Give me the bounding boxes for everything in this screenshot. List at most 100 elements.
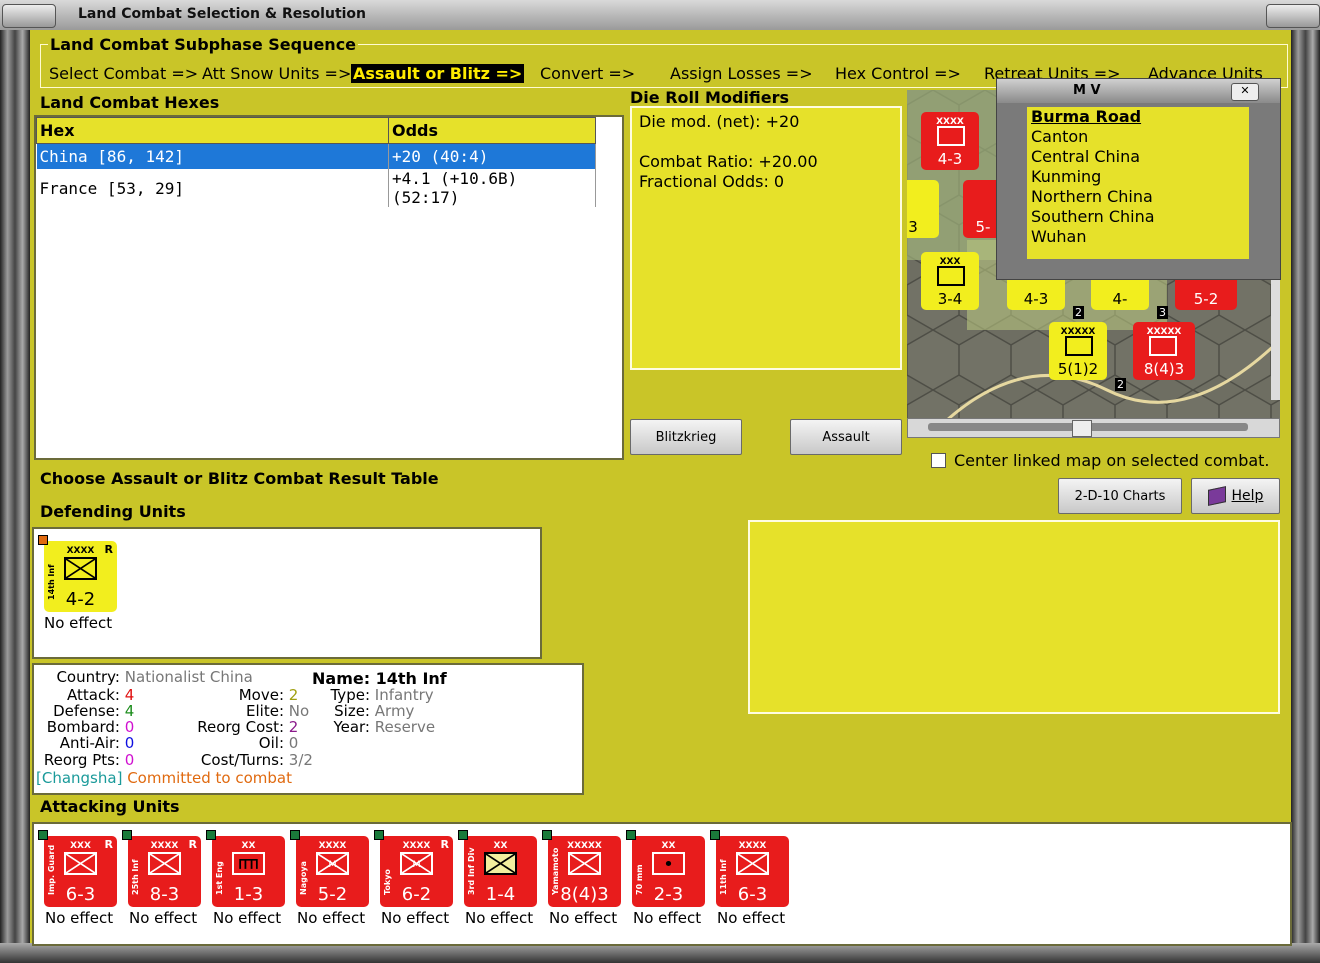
reserve-marker: R [440,838,449,851]
charts-button[interactable]: 2-D-10 Charts [1058,478,1182,514]
map-view-popup[interactable]: M V ✕ Burma Road Canton Central China Ku… [996,78,1281,280]
detail-value: Nationalist China [124,668,253,686]
map-unit-value: 4- [1112,290,1128,308]
map-unit-value: 4-3 [1023,290,1049,308]
attacking-unit[interactable]: XXXX Nagoya M 5-2 [290,830,369,907]
seq-select-combat: Select Combat => [49,64,199,83]
seq-convert: Convert => [540,64,636,83]
unit-marker [38,535,48,545]
detail-status: Committed to combat [127,769,292,787]
detail-location: [Changsha] [36,769,123,787]
attacking-heading: Attacking Units [40,797,180,816]
map-view-list[interactable]: Burma Road Canton Central China Kunming … [1027,107,1249,259]
window-frame-right [1291,30,1320,963]
motorized-symbol-icon: M [316,852,349,875]
sequence-heading: Land Combat Subphase Sequence [48,35,359,54]
map-unit-value: 5(1)2 [1057,360,1099,378]
infantry-symbol-icon [1149,336,1177,356]
stack-count-badge: 3 [1157,306,1168,319]
stack-count-badge: 2 [1073,306,1084,319]
list-item[interactable]: Northern China [1027,187,1249,207]
list-item[interactable]: Wuhan [1027,227,1249,247]
detail-key: Year: [333,718,370,736]
attacking-unit[interactable]: XX 70 mm 2-3 [626,830,705,907]
window-frame-bottom [0,943,1320,963]
unit-value: 2-3 [653,884,684,905]
map-unit[interactable]: XXXX 4-3 [921,112,979,170]
attacking-unit[interactable]: XXX R Imp. Guard 6-3 [38,830,117,907]
attacking-result: No effect [381,909,450,927]
attacking-result: No effect [465,909,534,927]
detail-value: 0 [124,734,135,752]
attacking-unit[interactable]: XX 3rd Inf Div 1-4 [458,830,537,907]
unit-marker [542,830,552,840]
assault-button[interactable]: Assault [790,419,902,455]
cavalry-symbol-icon [937,266,965,286]
infantry-symbol-icon [64,557,97,580]
attacking-result: No effect [45,909,114,927]
attacking-unit[interactable]: XXXX 11th Inf 6-3 [710,830,789,907]
unit-value: 8-3 [149,884,180,905]
artillery-symbol-icon [652,852,685,875]
detail-value: 3/2 [288,751,313,769]
help-button[interactable]: Help [1191,478,1280,514]
modifiers-panel [630,106,902,370]
unit-value: 1-3 [233,884,264,905]
defending-result: No effect [44,614,113,632]
attacking-result: No effect [129,909,198,927]
list-item[interactable]: Canton [1027,127,1249,147]
map-unit[interactable]: 3 [907,180,939,238]
col-odds[interactable]: Odds [388,117,596,144]
table-row[interactable]: China [86, 142] +20 (40:4) [36,143,596,169]
attacking-result: No effect [213,909,282,927]
popup-title-bar[interactable]: M V ✕ [997,79,1280,103]
table-row[interactable]: France [53, 29] +4.1 (+10.6B) (52:17) [36,169,596,207]
detail-reorg-pts: Reorg Pts: 0 [36,751,134,769]
detail-key: Reorg Pts: [43,751,120,769]
detail-value: Reserve [374,718,436,736]
detail-key: Country: [56,668,120,686]
hexes-table: Hex Odds China [86, 142] +20 (40:4) Fran… [36,117,596,207]
map-unit-value: 4-3 [937,150,963,168]
list-item[interactable]: Southern China [1027,207,1249,227]
bridge-symbol-icon [232,852,265,875]
center-linked-label: Center linked map on selected combat. [954,451,1270,470]
window-menu-button[interactable] [2,4,56,28]
map-unit[interactable]: XXXXX 8(4)3 [1133,322,1195,380]
map-unit[interactable]: XXXXX 5(1)2 [1049,322,1107,380]
modifiers-heading: Die Roll Modifiers [630,88,790,107]
col-hex[interactable]: Hex [36,117,389,144]
window-close-button[interactable] [1266,4,1320,28]
center-linked-checkbox[interactable] [931,453,946,468]
infantry-symbol-icon [736,852,769,875]
svg-text:M: M [328,859,336,870]
attacking-result: No effect [297,909,366,927]
odds-cell: +20 (40:4) [388,143,596,169]
attacking-unit[interactable]: XXXX R Tokyo M 6-2 [374,830,453,907]
list-item[interactable]: Burma Road [1027,107,1249,127]
combat-result-panel [748,520,1280,714]
attacking-unit[interactable]: XXXXX Yamamoto 8(4)3 [542,830,621,907]
defending-unit[interactable]: XXXX R 14th Inf 4-2 [38,535,117,612]
map-horizontal-scrollbar[interactable] [907,418,1280,438]
map-unit[interactable]: XXX 3-4 [921,252,979,310]
stack-count-badge: 2 [1115,378,1126,391]
die-mod-text: Die mod. (net): +20 [639,112,800,131]
window-title-bar[interactable]: Land Combat Selection & Resolution [0,0,1320,31]
close-icon[interactable]: ✕ [1231,83,1259,101]
scroll-thumb[interactable] [1072,420,1092,437]
infantry-symbol-icon [484,852,517,875]
svg-text:M: M [412,859,420,870]
unit-marker [38,830,48,840]
infantry-symbol-icon [148,852,181,875]
motorized-symbol-icon: M [400,852,433,875]
attacking-unit[interactable]: XXXX R 25th Inf 8-3 [122,830,201,907]
combat-ratio-text: Combat Ratio: +20.00 [639,152,818,171]
blitzkrieg-button[interactable]: Blitzkrieg [630,419,742,455]
unit-value: 5-2 [317,884,348,905]
detail-value: 0 [124,751,135,769]
list-item[interactable]: Central China [1027,147,1249,167]
help-book-icon [1207,486,1226,506]
list-item[interactable]: Kunming [1027,167,1249,187]
attacking-unit[interactable]: XX 1st Eng 1-3 [206,830,285,907]
